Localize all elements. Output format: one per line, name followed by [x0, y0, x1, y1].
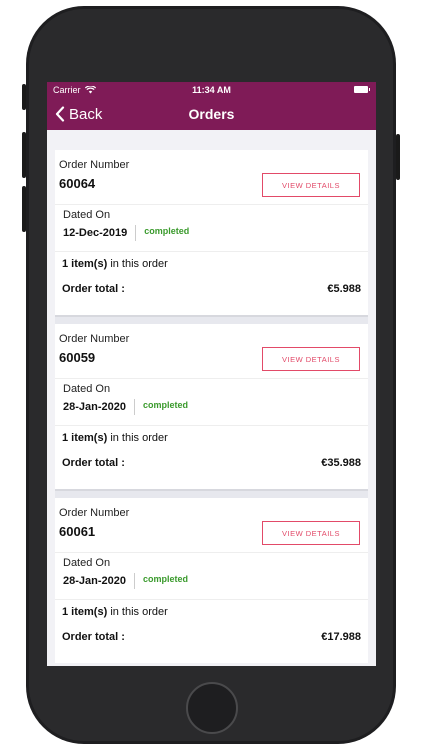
- navigation-bar: Back Orders: [47, 98, 376, 130]
- items-count: 1 item(s): [62, 606, 108, 618]
- card-divider: [55, 315, 368, 324]
- view-details-button[interactable]: VIEW DETAILS: [262, 521, 360, 545]
- back-label: Back: [69, 105, 103, 123]
- status-time: 11:34 AM: [192, 85, 231, 95]
- card-divider: [55, 489, 368, 498]
- items-suffix: in this order: [110, 258, 168, 270]
- order-date: 12-Dec-2019: [63, 225, 137, 241]
- status-badge: completed: [143, 400, 189, 410]
- order-number-label: Order Number: [59, 507, 130, 519]
- order-number-label: Order Number: [59, 159, 130, 171]
- battery-icon: [354, 86, 370, 93]
- volume-down-button: [22, 186, 26, 232]
- back-button[interactable]: Back: [55, 106, 102, 123]
- power-button: [396, 134, 400, 180]
- volume-up-button: [22, 132, 26, 178]
- order-total: €35.988: [321, 457, 361, 469]
- dated-on-label: Dated On: [63, 557, 111, 569]
- screen: Carrier 11:34 AM Back Orders Order Numbe…: [47, 82, 376, 666]
- home-button[interactable]: [186, 682, 238, 734]
- view-details-button[interactable]: VIEW DETAILS: [262, 347, 360, 371]
- order-number: 60064: [59, 176, 96, 191]
- order-number: 60059: [59, 350, 96, 365]
- status-badge: completed: [144, 226, 190, 236]
- order-card: Order Number 60059 VIEW DETAILS Dated On…: [55, 324, 368, 489]
- items-count: 1 item(s): [62, 258, 108, 270]
- dated-on-label: Dated On: [63, 383, 111, 395]
- view-details-button[interactable]: VIEW DETAILS: [262, 173, 360, 197]
- order-card: Order Number 60061 VIEW DETAILS Dated On…: [55, 498, 368, 663]
- chevron-left-icon: [55, 106, 65, 122]
- order-total-label: Order total :: [62, 283, 125, 295]
- items-count: 1 item(s): [62, 432, 108, 444]
- order-number: 60061: [59, 524, 96, 539]
- order-card: Order Number 60064 VIEW DETAILS Dated On…: [55, 150, 368, 315]
- items-suffix: in this order: [110, 432, 168, 444]
- status-bar: Carrier 11:34 AM: [47, 82, 376, 98]
- status-badge: completed: [143, 574, 189, 584]
- order-total-label: Order total :: [62, 457, 125, 469]
- order-date: 28-Jan-2020: [63, 399, 135, 415]
- order-total-label: Order total :: [62, 631, 125, 643]
- mute-switch: [22, 84, 26, 110]
- order-date: 28-Jan-2020: [63, 573, 135, 589]
- orders-list[interactable]: Order Number 60064 VIEW DETAILS Dated On…: [47, 130, 376, 666]
- items-suffix: in this order: [110, 606, 168, 618]
- order-total: €17.988: [321, 631, 361, 643]
- dated-on-label: Dated On: [63, 209, 111, 221]
- order-number-label: Order Number: [59, 333, 130, 345]
- order-total: €5.988: [327, 283, 361, 295]
